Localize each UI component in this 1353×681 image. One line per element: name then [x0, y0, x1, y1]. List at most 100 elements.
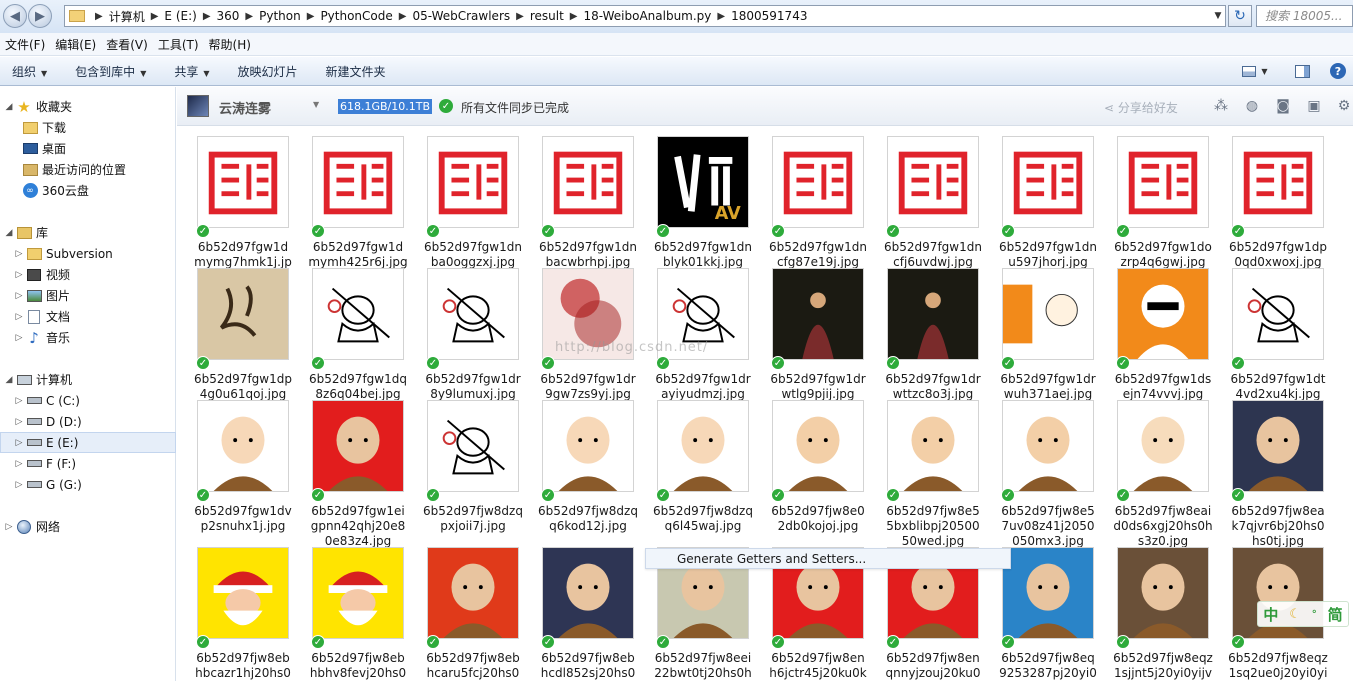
nav-drive-f[interactable]: ▷ F (F:)	[0, 453, 176, 474]
file-name[interactable]: 6b52d97fjw8ebhcdl852sj20hs0hs0tj.jpg	[538, 651, 638, 681]
chevron-down-icon[interactable]: ▼	[313, 100, 319, 109]
image-thumbnail[interactable]	[1117, 547, 1209, 639]
file-name[interactable]: 6b52d97fjw8eq9253287pj20yi0yiach.jpg	[998, 651, 1098, 681]
image-thumbnail[interactable]	[1117, 136, 1209, 228]
organize-button[interactable]: 组织 ▼	[12, 63, 47, 80]
preview-pane-button[interactable]	[1292, 61, 1312, 81]
nav-music[interactable]: ▷ ♪ 音乐	[0, 327, 176, 348]
globe-icon[interactable]: ◍	[1243, 97, 1261, 115]
nav-pictures[interactable]: ▷ 图片	[0, 285, 176, 306]
file-name[interactable]: 6b52d97fgw1dr9gw7zs9yj.jpg	[538, 372, 638, 402]
breadcrumb-360[interactable]: 360	[217, 9, 240, 23]
breadcrumb-python[interactable]: Python	[259, 9, 301, 23]
breadcrumb-webcrawlers[interactable]: 05-WebCrawlers	[412, 9, 510, 23]
nav-documents[interactable]: ▷ 文档	[0, 306, 176, 327]
image-thumbnail[interactable]	[312, 268, 404, 360]
include-in-library-button[interactable]: 包含到库中 ▼	[75, 63, 146, 80]
image-thumbnail[interactable]	[1232, 400, 1324, 492]
menu-file[interactable]: 文件(F)	[4, 36, 54, 53]
file-name[interactable]: 6b52d97fgw1dr8y9lumuxj.jpg	[423, 372, 523, 402]
nav-drive-e[interactable]: ▷ E (E:)	[0, 432, 176, 453]
file-name[interactable]: 6b52d97fgw1dq8z6q04bej.jpg	[308, 372, 408, 402]
image-thumbnail[interactable]	[1002, 400, 1094, 492]
file-name[interactable]: 6b52d97fgw1drayiyudmzj.jpg	[653, 372, 753, 402]
cloud-username[interactable]: 云涛连雾	[219, 98, 271, 117]
apps-icon[interactable]: ⁂	[1212, 97, 1230, 115]
file-name[interactable]: 6b52d97fjw8dzqpxjoii7j.jpg	[423, 504, 523, 534]
image-thumbnail[interactable]	[1002, 547, 1094, 639]
slideshow-button[interactable]: 放映幻灯片	[238, 63, 298, 80]
nav-recent-places[interactable]: 最近访问的位置	[0, 159, 176, 180]
new-folder-button[interactable]: 新建文件夹	[326, 63, 386, 80]
image-thumbnail[interactable]	[197, 400, 289, 492]
file-name[interactable]: 6b52d97fgw1dnba0oggzxj.jpg	[423, 240, 523, 270]
nav-drive-c[interactable]: ▷ C (C:)	[0, 390, 176, 411]
breadcrumb-pythoncode[interactable]: PythonCode	[320, 9, 392, 23]
nav-libraries[interactable]: ◢ 库	[0, 222, 176, 243]
address-bar[interactable]: ▶ 计算机 ▶ E (E:) ▶ 360 ▶ Python ▶ PythonCo…	[64, 5, 1226, 27]
image-thumbnail[interactable]	[427, 268, 519, 360]
nav-computer[interactable]: ◢ 计算机	[0, 369, 176, 390]
file-name[interactable]: 6b52d97fgw1dnblyk01kkj.jpg	[653, 240, 753, 270]
file-name[interactable]: 6b52d97fgw1dsejn74vvvj.jpg	[1113, 372, 1213, 402]
file-name[interactable]: 6b52d97fjw8e55bxblibpj2050050wed.jpg	[883, 504, 983, 549]
breadcrumb-script[interactable]: 18-WeiboAnalbum.py	[584, 9, 712, 23]
nav-favorites[interactable]: ◢ ★ 收藏夹	[0, 96, 176, 117]
file-name[interactable]: 6b52d97fgw1eigpnn42qhj20e80e83z4.jpg	[308, 504, 408, 549]
image-thumbnail[interactable]	[427, 547, 519, 639]
window-icon[interactable]: ▣	[1305, 97, 1323, 115]
file-name[interactable]: 6b52d97fgw1dp4g0u61qoj.jpg	[193, 372, 293, 402]
image-thumbnail[interactable]	[772, 268, 864, 360]
image-thumbnail[interactable]	[772, 136, 864, 228]
file-name[interactable]: 6b52d97fjw8dzqq6l45waj.jpg	[653, 504, 753, 534]
nav-desktop[interactable]: 桌面	[0, 138, 176, 159]
file-name[interactable]: 6b52d97fgw1dncfg87e19j.jpg	[768, 240, 868, 270]
image-thumbnail[interactable]	[1002, 268, 1094, 360]
image-thumbnail[interactable]	[542, 547, 634, 639]
image-thumbnail[interactable]	[427, 136, 519, 228]
file-name[interactable]: 6b52d97fjw8e02db0kojoj.jpg	[768, 504, 868, 534]
file-name[interactable]: 6b52d97fgw1drwuh371aej.jpg	[998, 372, 1098, 402]
forward-button[interactable]: ▶	[28, 4, 52, 28]
menu-edit[interactable]: 编辑(E)	[54, 36, 105, 53]
image-thumbnail[interactable]	[312, 400, 404, 492]
image-thumbnail[interactable]	[887, 268, 979, 360]
image-thumbnail[interactable]	[657, 400, 749, 492]
image-thumbnail[interactable]	[542, 136, 634, 228]
file-name[interactable]: 6b52d97fjw8eaid0ds6xgj20hs0hs3z0.jpg	[1113, 504, 1213, 549]
file-name[interactable]: 6b52d97fjw8eqz1sq2ue0j20yi0yijvf.jpg	[1228, 651, 1328, 681]
context-menu-item-generate-getters-setters[interactable]: Generate Getters and Setters...	[677, 552, 866, 566]
nav-drive-g[interactable]: ▷ G (G:)	[0, 474, 176, 495]
file-name[interactable]: 6b52d97fgw1dp0qd0xwoxj.jpg	[1228, 240, 1328, 270]
nav-videos[interactable]: ▷ 视频	[0, 264, 176, 285]
file-name[interactable]: 6b52d97fjw8e57uv08z41j2050050mx3.jpg	[998, 504, 1098, 549]
refresh-button[interactable]: ↻	[1228, 5, 1252, 27]
file-name[interactable]: 6b52d97fjw8ebhbcazr1hj20hs0hsdgw.jpg	[193, 651, 293, 681]
image-thumbnail[interactable]	[542, 400, 634, 492]
nav-drive-d[interactable]: ▷ D (D:)	[0, 411, 176, 432]
image-thumbnail[interactable]	[1117, 400, 1209, 492]
file-name[interactable]: 6b52d97fgw1dvp2snuhx1j.jpg	[193, 504, 293, 534]
ime-toolbar[interactable]: 中 ☾ ° 简	[1257, 601, 1349, 627]
help-button[interactable]: ?	[1328, 61, 1348, 81]
image-thumbnail[interactable]	[427, 400, 519, 492]
menu-view[interactable]: 查看(V)	[105, 36, 157, 53]
image-thumbnail[interactable]	[312, 136, 404, 228]
menu-tools[interactable]: 工具(T)	[157, 36, 208, 53]
image-thumbnail[interactable]	[1232, 136, 1324, 228]
menu-help[interactable]: 帮助(H)	[208, 36, 260, 53]
context-menu[interactable]: Generate Getters and Setters...	[645, 548, 1011, 569]
address-dropdown-button[interactable]: ▼	[1210, 5, 1226, 27]
breadcrumb-computer[interactable]: 计算机	[109, 8, 145, 25]
file-name[interactable]: 6b52d97fjw8dzqq6kod12j.jpg	[538, 504, 638, 534]
image-thumbnail[interactable]	[197, 268, 289, 360]
image-thumbnail[interactable]	[312, 547, 404, 639]
file-name[interactable]: 6b52d97fgw1dnu597jhorj.jpg	[998, 240, 1098, 270]
share-to-friends-button[interactable]: ⋖ 分享给好友	[1104, 99, 1178, 116]
back-button[interactable]: ◀	[3, 4, 27, 28]
camera-icon[interactable]: ◙	[1274, 97, 1292, 115]
image-thumbnail[interactable]	[772, 400, 864, 492]
ime-chinese-mode[interactable]: 中	[1263, 604, 1278, 625]
image-thumbnail[interactable]	[197, 547, 289, 639]
gear-icon[interactable]: ⚙	[1335, 97, 1353, 115]
